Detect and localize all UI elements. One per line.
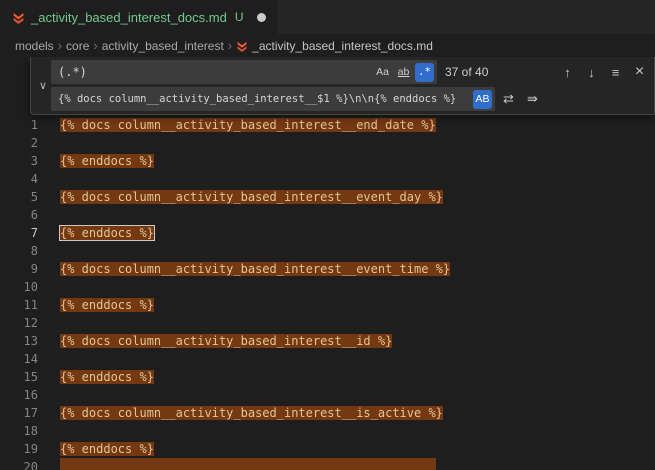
find-match: {% docs column__activity_based_interest_… bbox=[60, 190, 443, 204]
find-query: (.*) bbox=[58, 65, 371, 79]
breadcrumb-separator: › bbox=[228, 38, 232, 53]
find-results-count: 37 of 40 bbox=[445, 65, 488, 79]
find-match: {% docs column__activity_based_interest_… bbox=[60, 334, 392, 348]
find-next-button[interactable]: ↓ bbox=[581, 62, 602, 83]
editor-tab[interactable]: _activity_based_interest_docs.md U bbox=[0, 0, 278, 34]
find-in-selection-button[interactable]: ≡ bbox=[605, 62, 626, 83]
vscode-window: _activity_based_interest_docs.md U model… bbox=[0, 0, 655, 470]
breadcrumb-item[interactable]: core bbox=[66, 39, 89, 53]
code-line[interactable]: 15 {% enddocs %} bbox=[0, 368, 655, 386]
line-number[interactable]: 16 bbox=[0, 386, 38, 404]
breadcrumb: models › core › activity_based_interest › _act… bbox=[0, 34, 655, 57]
line-number[interactable]: 10 bbox=[0, 278, 38, 296]
git-status-badge: U bbox=[235, 10, 244, 24]
replace-icon: ⇄ bbox=[503, 91, 514, 107]
editor: 1 {% docs column__activity_based_interest… bbox=[0, 57, 655, 470]
code-line[interactable]: 9 {% docs column__activity_based_interest… bbox=[0, 260, 655, 278]
line-number[interactable]: 4 bbox=[0, 170, 38, 188]
line-number[interactable]: 13 bbox=[0, 332, 38, 350]
code-line[interactable]: 14 bbox=[0, 350, 655, 368]
line-number[interactable]: 17 bbox=[0, 404, 38, 422]
find-row: (.*) Aa ab .* 37 of 40 ↑ ↓ ≡ × bbox=[51, 60, 650, 84]
tab-bar: _activity_based_interest_docs.md U bbox=[0, 0, 655, 34]
code-line[interactable]: 13 {% docs column__activity_based_interes… bbox=[0, 332, 655, 350]
code-line[interactable]: 1 {% docs column__activity_based_interest… bbox=[0, 116, 655, 134]
find-match: {% enddocs %} bbox=[60, 154, 154, 168]
find-match: {% docs column__activity_based_interest_… bbox=[60, 262, 450, 276]
toggle-replace-button[interactable]: ∨ bbox=[35, 60, 51, 111]
line-number[interactable]: 7 bbox=[0, 224, 38, 242]
code-line[interactable]: 19 {% enddocs %} bbox=[0, 440, 655, 458]
code-line[interactable]: 6 bbox=[0, 206, 655, 224]
selection-lines-icon: ≡ bbox=[612, 65, 620, 80]
close-find-button[interactable]: × bbox=[629, 62, 650, 83]
replace-row: {% docs column__activity_based_interest_… bbox=[51, 87, 650, 111]
code-lines: 1 {% docs column__activity_based_interest… bbox=[0, 57, 655, 470]
code-line[interactable]: 20 bbox=[0, 458, 655, 470]
arrow-down-icon: ↓ bbox=[588, 65, 595, 80]
code-line[interactable]: 4 bbox=[0, 170, 655, 188]
modified-indicator[interactable] bbox=[257, 13, 266, 22]
code-line[interactable]: 8 bbox=[0, 242, 655, 260]
line-number[interactable]: 8 bbox=[0, 242, 38, 260]
find-match: {% enddocs %} bbox=[60, 370, 154, 384]
find-match: {% docs column__activity_based_interest_… bbox=[60, 406, 443, 420]
replace-all-icon: ⇛ bbox=[527, 91, 538, 107]
arrow-up-icon: ↑ bbox=[564, 65, 571, 80]
line-number[interactable]: 5 bbox=[0, 188, 38, 206]
line-number[interactable]: 12 bbox=[0, 314, 38, 332]
line-number[interactable]: 6 bbox=[0, 206, 38, 224]
line-number[interactable]: 14 bbox=[0, 350, 38, 368]
chevron-down-icon: ∨ bbox=[39, 79, 47, 92]
code-line[interactable]: 2 bbox=[0, 134, 655, 152]
line-number[interactable]: 3 bbox=[0, 152, 38, 170]
line-number[interactable]: 1 bbox=[0, 116, 38, 134]
line-number[interactable]: 15 bbox=[0, 368, 38, 386]
find-input[interactable]: (.*) Aa ab .* bbox=[51, 60, 437, 84]
line-number[interactable]: 20 bbox=[0, 458, 38, 470]
code-line[interactable]: 5 {% docs column__activity_based_interest… bbox=[0, 188, 655, 206]
code-line[interactable]: 17 {% docs column__activity_based_interes… bbox=[0, 404, 655, 422]
dbt-file-icon bbox=[12, 11, 25, 24]
tab-title: _activity_based_interest_docs.md bbox=[31, 10, 227, 25]
code-line[interactable]: 11 {% enddocs %} bbox=[0, 296, 655, 314]
replace-all-button[interactable]: ⇛ bbox=[522, 89, 543, 110]
breadcrumb-item[interactable]: _activity_based_interest_docs.md bbox=[236, 39, 433, 53]
whole-word-icon: ab bbox=[398, 66, 410, 78]
code-line[interactable]: 3 {% enddocs %} bbox=[0, 152, 655, 170]
find-previous-button[interactable]: ↑ bbox=[557, 62, 578, 83]
find-match bbox=[60, 458, 436, 470]
code-line[interactable]: 12 bbox=[0, 314, 655, 332]
find-match: {% enddocs %} bbox=[60, 442, 154, 456]
line-number[interactable]: 11 bbox=[0, 296, 38, 314]
close-icon: × bbox=[635, 63, 644, 81]
line-number[interactable]: 2 bbox=[0, 134, 38, 152]
find-match: {% enddocs %} bbox=[60, 298, 154, 312]
breadcrumb-item[interactable]: activity_based_interest bbox=[102, 39, 224, 53]
current-find-match: {% enddocs %} bbox=[60, 226, 154, 240]
breadcrumb-separator: › bbox=[58, 38, 62, 53]
breadcrumb-item[interactable]: models bbox=[15, 39, 54, 53]
regex-button[interactable]: .* bbox=[415, 63, 434, 82]
breadcrumb-separator: › bbox=[93, 38, 97, 53]
preserve-case-button[interactable]: AB bbox=[473, 90, 492, 109]
replace-input[interactable]: {% docs column__activity_based_interest_… bbox=[51, 87, 495, 111]
dbt-file-icon bbox=[236, 40, 248, 52]
replace-value: {% docs column__activity_based_interest_… bbox=[58, 93, 471, 105]
find-match: {% docs column__activity_based_interest_… bbox=[60, 118, 436, 132]
code-line[interactable]: 18 bbox=[0, 422, 655, 440]
line-number[interactable]: 19 bbox=[0, 440, 38, 458]
replace-button[interactable]: ⇄ bbox=[498, 89, 519, 110]
code-line[interactable]: 10 bbox=[0, 278, 655, 296]
code-line[interactable]: 7 {% enddocs %} bbox=[0, 224, 655, 242]
match-case-button[interactable]: Aa bbox=[373, 63, 392, 82]
line-number[interactable]: 18 bbox=[0, 422, 38, 440]
whole-word-button[interactable]: ab bbox=[394, 63, 413, 82]
code-line[interactable]: 16 bbox=[0, 386, 655, 404]
line-number[interactable]: 9 bbox=[0, 260, 38, 278]
find-widget: ∨ (.*) Aa ab .* 37 of 40 ↑ ↓ ≡ × bbox=[30, 57, 655, 115]
